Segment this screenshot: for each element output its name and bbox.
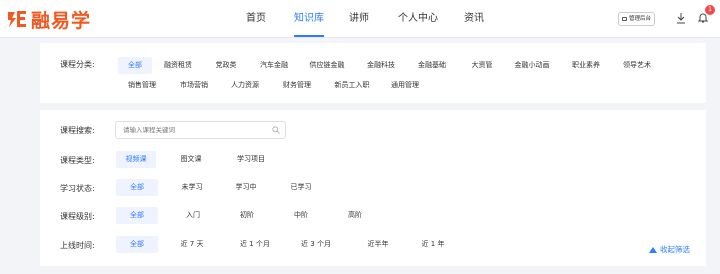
category-panel: 课程分类: 全部 融资租赁 党政类 汽车金融 供应链金融 金融科技 金融基础 大… <box>40 43 706 103</box>
status-option[interactable]: 学习中 <box>226 179 266 196</box>
type-option[interactable]: 学习项目 <box>228 151 274 168</box>
category-option[interactable]: 全部 <box>118 57 152 74</box>
category-option[interactable]: 财务管理 <box>277 77 317 94</box>
logo-mark-icon <box>8 11 26 27</box>
category-option[interactable]: 通用管理 <box>385 77 425 94</box>
type-label: 课程类型: <box>60 156 95 165</box>
collapse-filter-button[interactable]: 收起筛选 <box>649 244 690 255</box>
category-option[interactable]: 供应链金融 <box>302 57 352 74</box>
level-option[interactable]: 中阶 <box>284 207 318 224</box>
nav-item-home[interactable]: 首页 <box>246 0 266 38</box>
top-header: 融易学 首页 知识库 讲师 个人中心 资讯 管理后台 1 <box>0 0 720 38</box>
type-option[interactable]: 视频课 <box>116 151 156 168</box>
status-option[interactable]: 全部 <box>116 179 158 196</box>
time-option[interactable]: 近半年 <box>358 236 398 253</box>
nav-active-underline <box>294 35 324 37</box>
collapse-filter-label: 收起筛选 <box>660 245 690 254</box>
nav-item-news[interactable]: 资讯 <box>464 0 484 38</box>
brand-logo[interactable]: 融易学 <box>6 6 91 32</box>
category-option[interactable]: 融资租赁 <box>158 57 198 74</box>
triangle-up-icon <box>649 246 657 253</box>
download-icon[interactable] <box>675 12 687 24</box>
nav-item-lecturers[interactable]: 讲师 <box>349 0 369 38</box>
category-option[interactable]: 党政类 <box>209 57 243 74</box>
course-search-input[interactable] <box>115 121 286 139</box>
category-option[interactable]: 人力资源 <box>225 77 265 94</box>
category-option[interactable]: 汽车金融 <box>254 57 294 74</box>
brand-name: 融易学 <box>31 9 92 32</box>
status-option[interactable]: 已学习 <box>281 179 321 196</box>
time-option[interactable]: 全部 <box>116 236 158 253</box>
monitor-icon <box>622 17 627 21</box>
time-option[interactable]: 近 7 天 <box>172 236 212 253</box>
admin-button[interactable]: 管理后台 <box>618 12 656 26</box>
search-icon[interactable] <box>272 126 280 134</box>
category-option[interactable]: 金融科技 <box>361 57 401 74</box>
level-option[interactable]: 入门 <box>176 207 210 224</box>
time-option[interactable]: 近 1 个月 <box>230 236 280 253</box>
category-option[interactable]: 领导艺术 <box>617 57 657 74</box>
level-option[interactable]: 高阶 <box>338 207 372 224</box>
nav-item-knowledge[interactable]: 知识库 <box>294 0 324 38</box>
filter-panel: 课程搜索: 课程类型: 视频课 图文课 学习项目 学习状态: 全部 未学习 学习… <box>40 110 706 266</box>
status-label: 学习状态: <box>60 184 95 193</box>
level-option[interactable]: 初阶 <box>230 207 264 224</box>
category-option[interactable]: 新员工入职 <box>329 77 375 94</box>
level-option[interactable]: 全部 <box>116 207 158 224</box>
notification-badge: 1 <box>705 5 715 15</box>
category-option[interactable]: 市场营销 <box>174 77 214 94</box>
category-option[interactable]: 职业素养 <box>566 57 606 74</box>
nav-item-personal-center[interactable]: 个人中心 <box>398 0 438 38</box>
category-option[interactable]: 销售管理 <box>122 77 162 94</box>
category-label: 课程分类: <box>60 60 95 69</box>
category-option[interactable]: 大资管 <box>465 57 499 74</box>
type-option[interactable]: 图文课 <box>171 151 211 168</box>
category-option[interactable]: 金融基础 <box>412 57 452 74</box>
time-label: 上线时间: <box>60 241 95 250</box>
time-option[interactable]: 近 3 个月 <box>291 236 341 253</box>
level-label: 课程级别: <box>60 212 95 221</box>
search-label: 课程搜索: <box>60 126 95 135</box>
category-option[interactable]: 金融小动画 <box>508 57 556 74</box>
time-option[interactable]: 近 1 年 <box>413 236 453 253</box>
admin-button-label: 管理后台 <box>629 16 652 22</box>
status-option[interactable]: 未学习 <box>172 179 212 196</box>
